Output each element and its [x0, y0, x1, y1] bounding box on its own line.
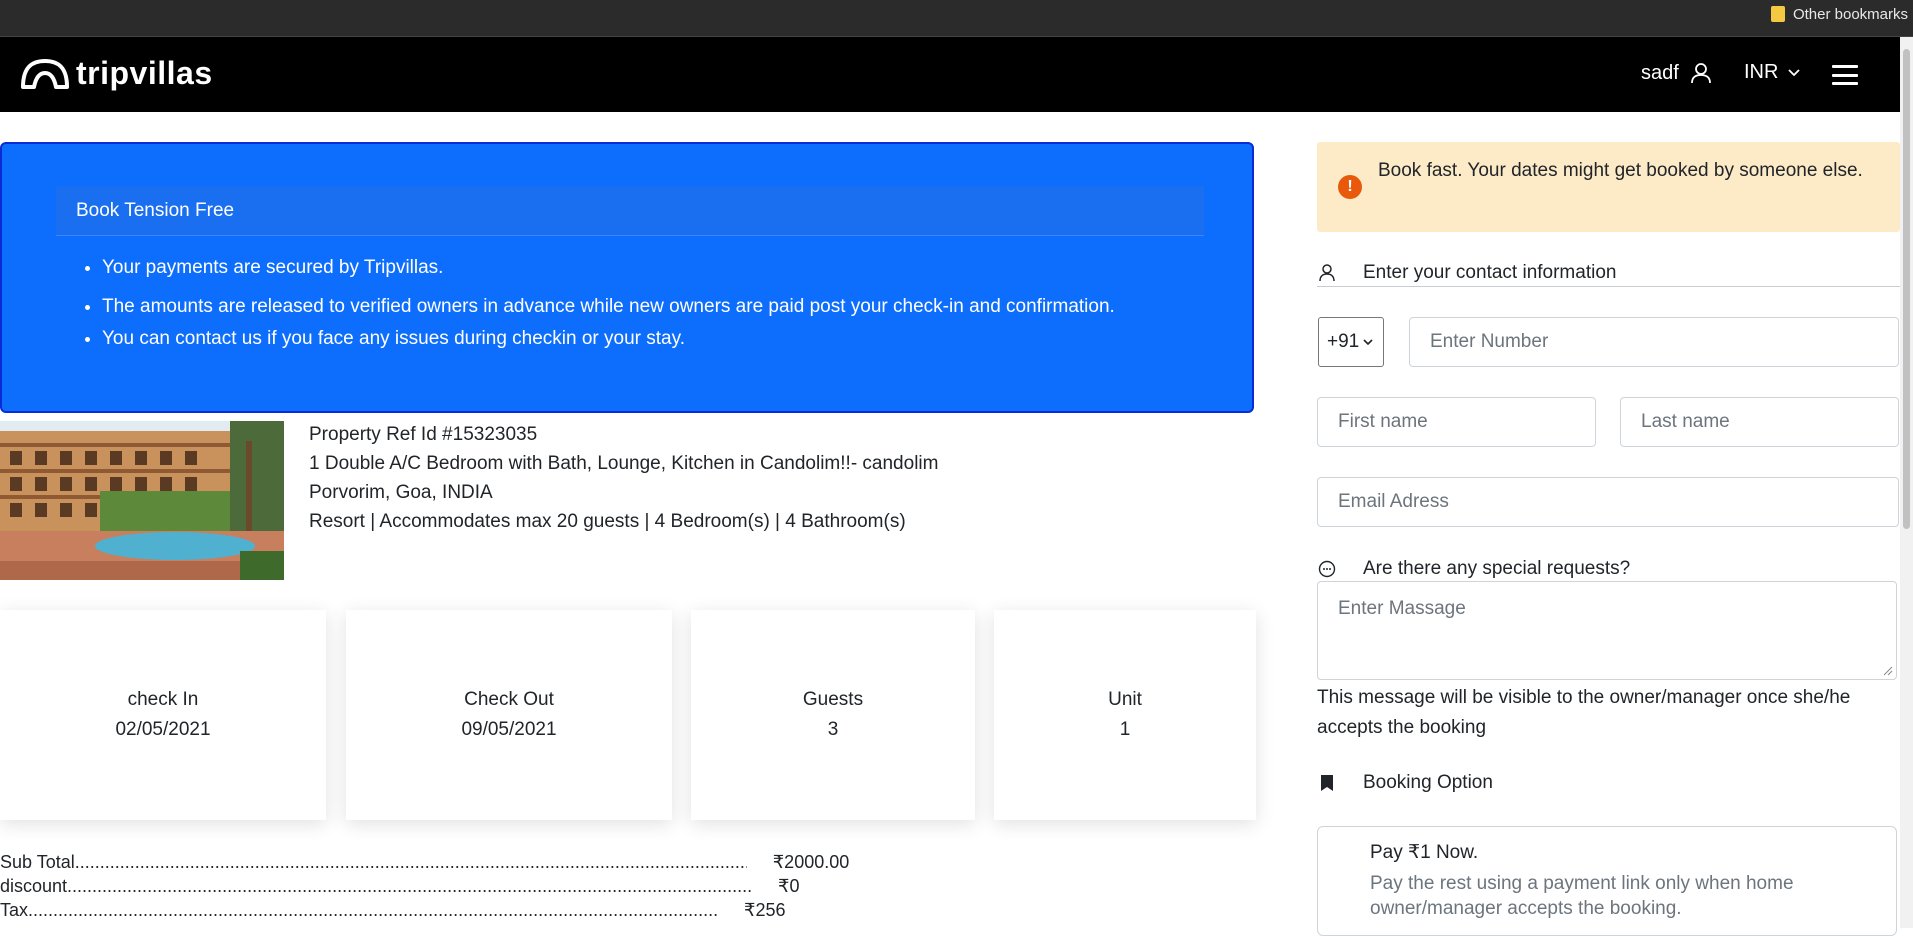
folder-icon — [1770, 6, 1785, 22]
exclamation-icon: ! — [1338, 175, 1362, 199]
checkout-card: Check Out 09/05/2021 — [346, 610, 672, 820]
chat-bubble-icon — [1317, 560, 1337, 578]
checkout-value: 09/05/2021 — [461, 719, 557, 740]
hamburger-menu-icon[interactable] — [1832, 65, 1858, 85]
property-specs: Resort | Accommodates max 20 guests | 4 … — [309, 511, 906, 532]
property-details: Property Ref Id #15323035 1 Double A/C B… — [309, 420, 938, 536]
discount-value: ₹0 — [778, 876, 800, 896]
bookmarks-bar: Other bookmarks — [0, 0, 1913, 37]
list-item: You can contact us if you face any issue… — [102, 327, 1115, 351]
scrollbar-thumb[interactable] — [1903, 49, 1910, 529]
email-input[interactable]: Email Adress — [1317, 477, 1899, 527]
user-icon — [1317, 264, 1337, 282]
pay-now-option[interactable]: Pay ₹1 Now. Pay the rest using a payment… — [1317, 826, 1897, 936]
dot-leader: ........................................… — [67, 876, 753, 896]
option-title: Pay ₹1 Now. — [1370, 842, 1479, 863]
first-name-placeholder: First name — [1338, 411, 1428, 432]
panel-title: Book Tension Free — [56, 186, 1204, 236]
dot-leader: ........................................… — [74, 852, 747, 872]
tripvillas-logo-icon — [21, 58, 69, 89]
discount-row: discount................................… — [0, 876, 800, 897]
bookmark-label: Other bookmarks — [1792, 5, 1908, 23]
property-photo — [0, 421, 284, 580]
currency-label: INR — [1744, 61, 1779, 83]
option-description: Pay the rest using a payment link only w… — [1370, 873, 1794, 919]
bookmark-other[interactable]: Other bookmarks — [1770, 4, 1908, 24]
phone-placeholder: Enter Number — [1430, 331, 1549, 352]
country-code-value: +91 — [1327, 331, 1360, 352]
textarea-placeholder: Enter Massage — [1338, 598, 1466, 619]
requests-heading-text: Are there any special requests? — [1363, 558, 1631, 579]
visibility-note: This message will be visible to the owne… — [1317, 687, 1851, 738]
dot-leader: ........................................… — [28, 900, 719, 920]
book-tension-free-panel: Book Tension Free Your payments are secu… — [0, 142, 1254, 413]
guests-label: Guests — [802, 689, 864, 710]
list-item: Your payments are secured by Tripvillas. — [102, 256, 1115, 280]
user-name: sadf — [1641, 61, 1679, 84]
assurance-list: Your payments are secured by Tripvillas.… — [56, 256, 1115, 359]
tax-label: Tax — [0, 900, 29, 920]
guests-value: 3 — [827, 719, 839, 740]
contact-heading: Enter your contact information — [1317, 262, 1616, 284]
first-name-input[interactable]: First name — [1317, 397, 1596, 447]
alert-text: Book fast. Your dates might get booked b… — [1378, 160, 1863, 181]
user-icon — [1690, 63, 1711, 84]
checkin-label: check In — [127, 689, 199, 710]
unit-value: 1 — [1119, 719, 1131, 740]
divider — [1317, 286, 1900, 287]
currency-selector[interactable]: INR — [1744, 61, 1801, 84]
checkout-label: Check Out — [464, 689, 554, 710]
resize-handle-icon[interactable] — [1883, 666, 1893, 676]
tax-row: Tax.....................................… — [0, 900, 786, 921]
requests-heading: Are there any special requests? — [1317, 558, 1630, 580]
email-placeholder: Email Adress — [1338, 491, 1449, 512]
discount-label: discount — [0, 876, 68, 896]
last-name-placeholder: Last name — [1641, 411, 1730, 432]
guests-card: Guests 3 — [691, 610, 975, 820]
unit-label: Unit — [1108, 689, 1142, 710]
user-menu[interactable]: sadf — [1641, 61, 1713, 85]
tax-value: ₹256 — [744, 900, 786, 920]
property-location: Porvorim, Goa, INDIA — [309, 482, 493, 503]
brand-name: tripvillas — [76, 55, 213, 91]
country-code-select[interactable]: +91 — [1318, 317, 1384, 367]
list-item: The amounts are released to verified own… — [102, 295, 1115, 319]
brand-logo[interactable]: tripvillas — [20, 55, 213, 92]
top-navbar: tripvillas sadf INR — [0, 37, 1900, 112]
property-name: 1 Double A/C Bedroom with Bath, Lounge, … — [309, 453, 939, 474]
subtotal-row: Sub Total...............................… — [0, 852, 849, 873]
chevron-down-icon — [1363, 338, 1373, 345]
property-image-svg — [0, 421, 284, 580]
last-name-input[interactable]: Last name — [1620, 397, 1899, 447]
booking-option-heading: Booking Option — [1317, 772, 1493, 794]
booking-option-heading-text: Booking Option — [1363, 772, 1493, 793]
unit-card: Unit 1 — [994, 610, 1256, 820]
property-ref: Property Ref Id #15323035 — [309, 424, 538, 445]
urgency-alert: ! Book fast. Your dates might get booked… — [1317, 142, 1900, 232]
subtotal-label: Sub Total — [0, 852, 75, 872]
checkin-card: check In 02/05/2021 — [0, 610, 326, 820]
chevron-down-icon — [1788, 68, 1801, 76]
contact-heading-text: Enter your contact information — [1363, 262, 1617, 283]
special-requests-textarea[interactable]: Enter Massage — [1317, 581, 1897, 680]
bookmark-icon — [1317, 774, 1337, 792]
subtotal-value: ₹2000.00 — [772, 852, 850, 872]
checkin-value: 02/05/2021 — [115, 719, 211, 740]
phone-input[interactable]: Enter Number — [1409, 317, 1899, 367]
page-scrollbar[interactable] — [1900, 37, 1913, 928]
